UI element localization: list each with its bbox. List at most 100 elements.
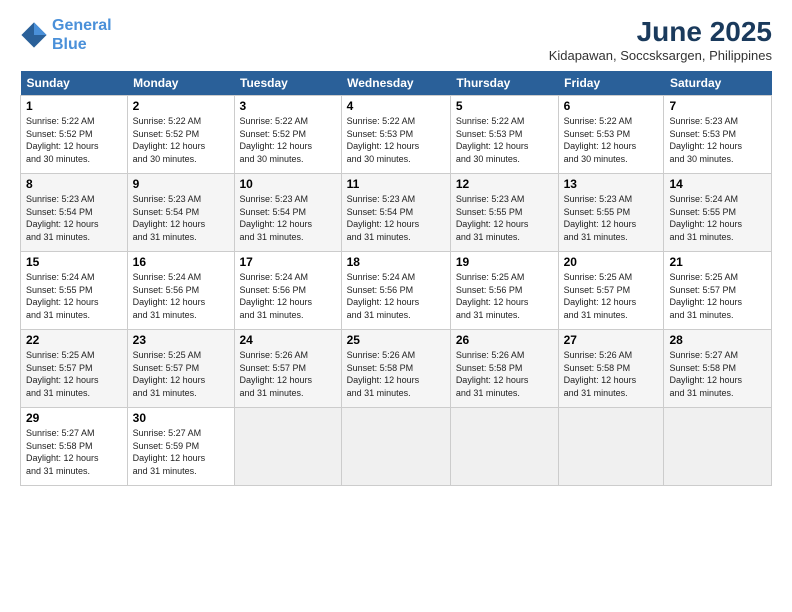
table-row: 1 Sunrise: 5:22 AM Sunset: 5:52 PM Daylig… — [21, 96, 128, 174]
logo: General Blue — [20, 16, 112, 54]
table-row: 4 Sunrise: 5:22 AM Sunset: 5:53 PM Daylig… — [341, 96, 450, 174]
calendar-row: 22 Sunrise: 5:25 AM Sunset: 5:57 PM Dayli… — [21, 330, 772, 408]
day-info: Sunrise: 5:23 AM Sunset: 5:54 PM Dayligh… — [26, 193, 122, 243]
day-number: 6 — [564, 99, 659, 113]
table-row — [450, 408, 558, 486]
table-row: 27Sunrise: 5:26 AM Sunset: 5:58 PM Dayli… — [558, 330, 664, 408]
day-number: 29 — [26, 411, 122, 425]
day-number: 24 — [240, 333, 336, 347]
table-row: 26 Sunrise: 5:26 AM Sunset: 5:58 PM Dayli… — [450, 330, 558, 408]
col-saturday: Saturday — [664, 71, 772, 96]
day-info: Sunrise: 5:26 AM Sunset: 5:58 PM Dayligh… — [347, 349, 445, 399]
table-row: 25 Sunrise: 5:26 AM Sunset: 5:58 PM Dayli… — [341, 330, 450, 408]
day-info: Sunrise: 5:24 AM Sunset: 5:55 PM Dayligh… — [26, 271, 122, 321]
day-number: 28 — [669, 333, 766, 347]
day-number: 5 — [456, 99, 553, 113]
day-info: Sunrise: 5:23 AM Sunset: 5:54 PM Dayligh… — [133, 193, 229, 243]
day-number: 16 — [133, 255, 229, 269]
day-info: Sunrise: 5:22 AM Sunset: 5:52 PM Dayligh… — [240, 115, 336, 165]
day-number: 1 — [26, 99, 122, 113]
table-row: 13 Sunrise: 5:23 AM Sunset: 5:55 PM Dayli… — [558, 174, 664, 252]
day-info: Sunrise: 5:24 AM Sunset: 5:56 PM Dayligh… — [347, 271, 445, 321]
calendar-row: 15 Sunrise: 5:24 AM Sunset: 5:55 PM Dayli… — [21, 252, 772, 330]
day-number: 9 — [133, 177, 229, 191]
table-row — [234, 408, 341, 486]
day-info: Sunrise: 5:25 AM Sunset: 5:57 PM Dayligh… — [26, 349, 122, 399]
day-info: Sunrise: 5:22 AM Sunset: 5:53 PM Dayligh… — [456, 115, 553, 165]
day-number: 21 — [669, 255, 766, 269]
day-info: Sunrise: 5:22 AM Sunset: 5:53 PM Dayligh… — [347, 115, 445, 165]
day-info: Sunrise: 5:23 AM Sunset: 5:55 PM Dayligh… — [456, 193, 553, 243]
calendar-row: 1 Sunrise: 5:22 AM Sunset: 5:52 PM Daylig… — [21, 96, 772, 174]
day-info: Sunrise: 5:22 AM Sunset: 5:52 PM Dayligh… — [26, 115, 122, 165]
day-info: Sunrise: 5:23 AM Sunset: 5:54 PM Dayligh… — [347, 193, 445, 243]
day-number: 20 — [564, 255, 659, 269]
table-row: 28Sunrise: 5:27 AM Sunset: 5:58 PM Dayli… — [664, 330, 772, 408]
day-number: 4 — [347, 99, 445, 113]
day-number: 13 — [564, 177, 659, 191]
table-row: 7Sunrise: 5:23 AM Sunset: 5:53 PM Daylig… — [664, 96, 772, 174]
col-monday: Monday — [127, 71, 234, 96]
table-row: 29 Sunrise: 5:27 AM Sunset: 5:58 PM Dayli… — [21, 408, 128, 486]
day-info: Sunrise: 5:25 AM Sunset: 5:57 PM Dayligh… — [133, 349, 229, 399]
table-row: 5 Sunrise: 5:22 AM Sunset: 5:53 PM Daylig… — [450, 96, 558, 174]
day-number: 3 — [240, 99, 336, 113]
day-number: 11 — [347, 177, 445, 191]
day-number: 19 — [456, 255, 553, 269]
table-row: 21 Sunrise: 5:25 AM Sunset: 5:57 PM Dayli… — [664, 252, 772, 330]
location: Kidapawan, Soccsksargen, Philippines — [549, 48, 772, 63]
day-info: Sunrise: 5:26 AM Sunset: 5:57 PM Dayligh… — [240, 349, 336, 399]
table-row: 8Sunrise: 5:23 AM Sunset: 5:54 PM Daylig… — [21, 174, 128, 252]
day-number: 14 — [669, 177, 766, 191]
table-row: 12 Sunrise: 5:23 AM Sunset: 5:55 PM Dayli… — [450, 174, 558, 252]
table-row: 10Sunrise: 5:23 AM Sunset: 5:54 PM Dayli… — [234, 174, 341, 252]
table-row: 23 Sunrise: 5:25 AM Sunset: 5:57 PM Dayli… — [127, 330, 234, 408]
day-number: 18 — [347, 255, 445, 269]
day-info: Sunrise: 5:24 AM Sunset: 5:56 PM Dayligh… — [240, 271, 336, 321]
day-info: Sunrise: 5:25 AM Sunset: 5:56 PM Dayligh… — [456, 271, 553, 321]
table-row: 9 Sunrise: 5:23 AM Sunset: 5:54 PM Daylig… — [127, 174, 234, 252]
table-row: 15 Sunrise: 5:24 AM Sunset: 5:55 PM Dayli… — [21, 252, 128, 330]
day-number: 15 — [26, 255, 122, 269]
table-row: 20Sunrise: 5:25 AM Sunset: 5:57 PM Dayli… — [558, 252, 664, 330]
header: General Blue June 2025 Kidapawan, Soccsk… — [20, 16, 772, 63]
month-year: June 2025 — [549, 16, 772, 48]
day-number: 23 — [133, 333, 229, 347]
day-info: Sunrise: 5:22 AM Sunset: 5:53 PM Dayligh… — [564, 115, 659, 165]
col-sunday: Sunday — [21, 71, 128, 96]
table-row: 19 Sunrise: 5:25 AM Sunset: 5:56 PM Dayli… — [450, 252, 558, 330]
day-info: Sunrise: 5:23 AM Sunset: 5:54 PM Dayligh… — [240, 193, 336, 243]
day-number: 2 — [133, 99, 229, 113]
col-tuesday: Tuesday — [234, 71, 341, 96]
calendar-table: Sunday Monday Tuesday Wednesday Thursday… — [20, 71, 772, 486]
table-row: 11 Sunrise: 5:23 AM Sunset: 5:54 PM Dayli… — [341, 174, 450, 252]
table-row: 18 Sunrise: 5:24 AM Sunset: 5:56 PM Dayli… — [341, 252, 450, 330]
table-row: 30 Sunrise: 5:27 AM Sunset: 5:59 PM Dayli… — [127, 408, 234, 486]
day-info: Sunrise: 5:26 AM Sunset: 5:58 PM Dayligh… — [456, 349, 553, 399]
calendar-row: 29 Sunrise: 5:27 AM Sunset: 5:58 PM Dayli… — [21, 408, 772, 486]
table-row — [558, 408, 664, 486]
day-header-row: Sunday Monday Tuesday Wednesday Thursday… — [21, 71, 772, 96]
day-info: Sunrise: 5:27 AM Sunset: 5:58 PM Dayligh… — [26, 427, 122, 477]
col-wednesday: Wednesday — [341, 71, 450, 96]
day-info: Sunrise: 5:27 AM Sunset: 5:59 PM Dayligh… — [133, 427, 229, 477]
table-row — [664, 408, 772, 486]
day-number: 22 — [26, 333, 122, 347]
day-number: 27 — [564, 333, 659, 347]
day-info: Sunrise: 5:23 AM Sunset: 5:53 PM Dayligh… — [669, 115, 766, 165]
col-thursday: Thursday — [450, 71, 558, 96]
day-number: 26 — [456, 333, 553, 347]
day-number: 12 — [456, 177, 553, 191]
table-row: 24 Sunrise: 5:26 AM Sunset: 5:57 PM Dayli… — [234, 330, 341, 408]
table-row: 2Sunrise: 5:22 AM Sunset: 5:52 PM Daylig… — [127, 96, 234, 174]
col-friday: Friday — [558, 71, 664, 96]
table-row: 16 Sunrise: 5:24 AM Sunset: 5:56 PM Dayli… — [127, 252, 234, 330]
day-number: 25 — [347, 333, 445, 347]
day-number: 17 — [240, 255, 336, 269]
day-info: Sunrise: 5:23 AM Sunset: 5:55 PM Dayligh… — [564, 193, 659, 243]
table-row: 22 Sunrise: 5:25 AM Sunset: 5:57 PM Dayli… — [21, 330, 128, 408]
logo-icon — [20, 21, 48, 49]
day-info: Sunrise: 5:24 AM Sunset: 5:56 PM Dayligh… — [133, 271, 229, 321]
day-info: Sunrise: 5:25 AM Sunset: 5:57 PM Dayligh… — [669, 271, 766, 321]
day-number: 30 — [133, 411, 229, 425]
